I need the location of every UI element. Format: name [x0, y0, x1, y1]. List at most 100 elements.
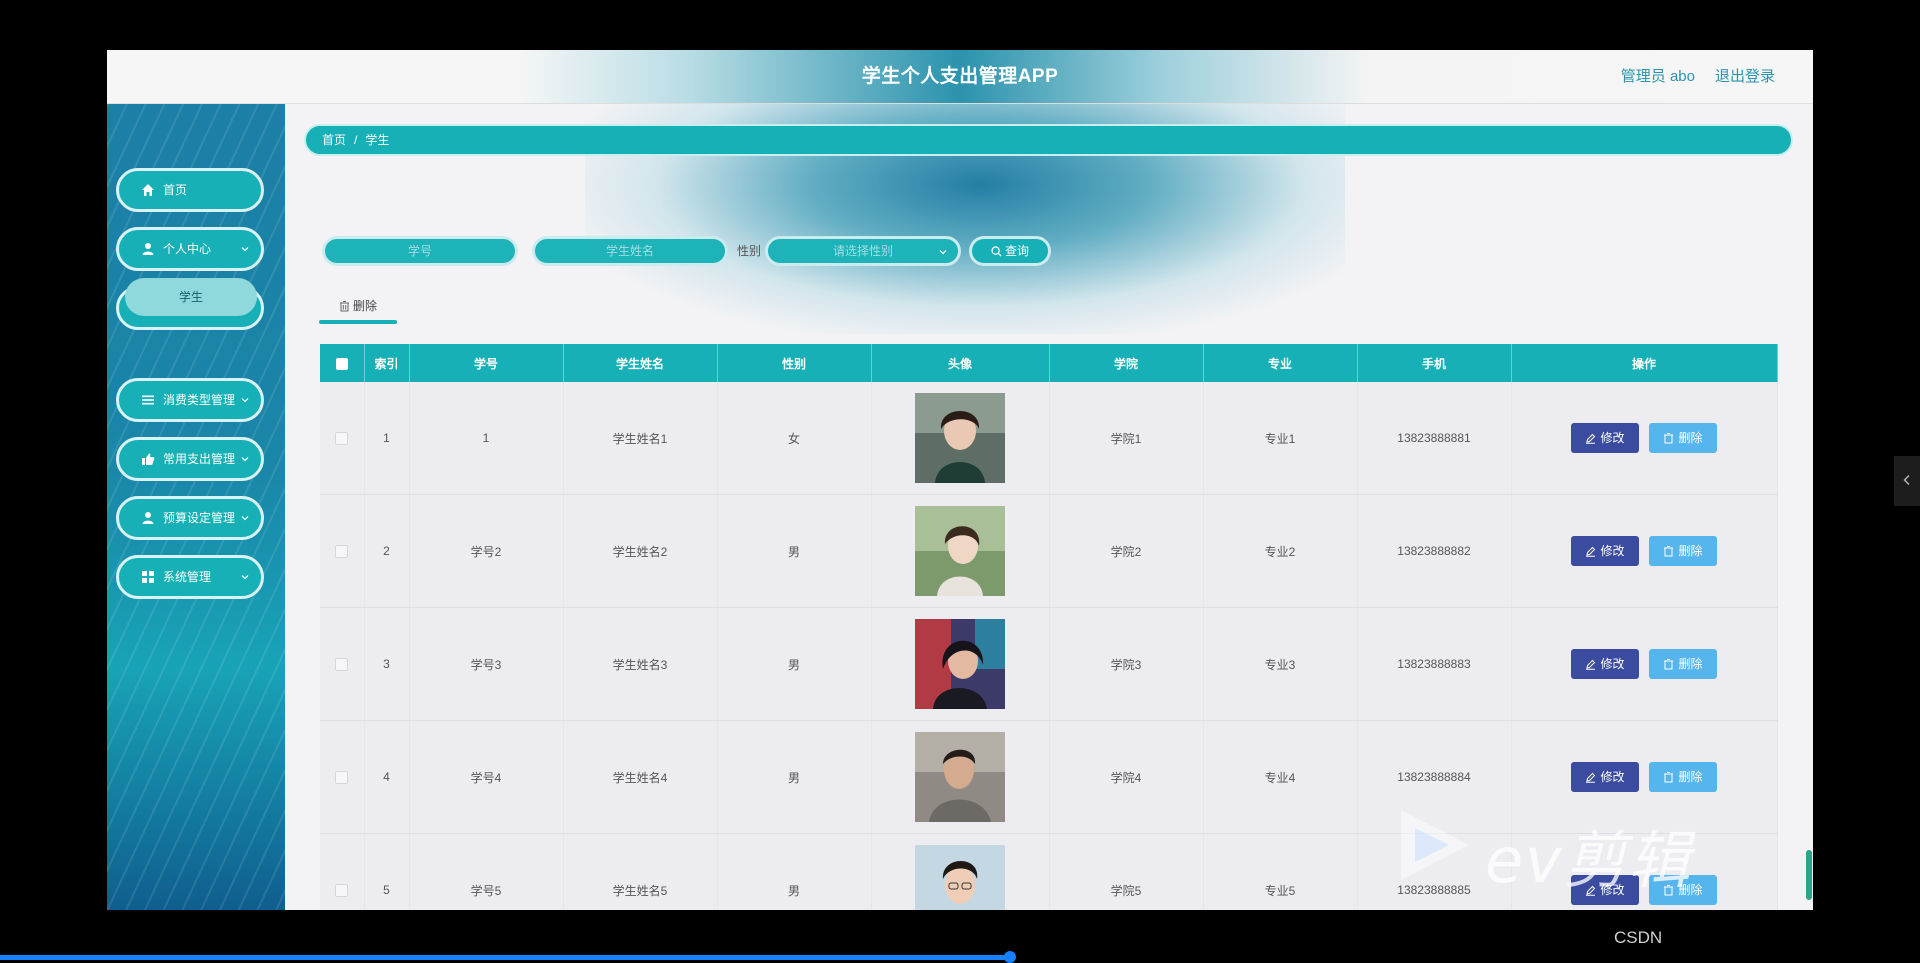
cell-student-name: 学生姓名2 — [563, 494, 718, 608]
column-header: 学生姓名 — [563, 344, 718, 382]
cell-college: 学院4 — [1049, 720, 1204, 834]
student-id-input[interactable] — [322, 236, 518, 266]
cell-college: 学院1 — [1049, 382, 1204, 495]
vertical-scrollbar[interactable] — [1806, 850, 1812, 900]
header: 学生个人支出管理APP 管理员 abo 退出登录 — [107, 50, 1813, 104]
row-checkbox[interactable] — [335, 884, 349, 898]
video-progress-bar[interactable] — [0, 955, 1010, 960]
edit-icon — [1586, 433, 1596, 444]
gender-select[interactable]: 请选择性别 — [765, 236, 961, 266]
delete-button[interactable]: 删除 — [1649, 536, 1717, 566]
cell-actions: 修改 删除 — [1511, 607, 1778, 721]
app-window: 学生个人支出管理APP 管理员 abo 退出登录 首页 个人中心 学生管理 学生… — [107, 50, 1813, 910]
cell-index: 3 — [364, 607, 410, 721]
cell-gender: 男 — [717, 607, 872, 721]
batch-delete-button[interactable]: 删除 — [319, 292, 397, 324]
sidebar-item-label: 系统管理 — [163, 570, 212, 584]
sidebar-item-label: 预算设定管理 — [163, 511, 236, 525]
trash-icon — [1664, 659, 1674, 670]
cell-avatar — [871, 720, 1050, 834]
row-checkbox[interactable] — [335, 545, 349, 559]
cell-major: 专业3 — [1203, 607, 1358, 721]
sidebar-subitem-student[interactable]: 学生 — [125, 278, 257, 316]
chevron-down-icon — [939, 250, 947, 255]
logout-link[interactable]: 退出登录 — [1715, 50, 1775, 104]
row-checkbox[interactable] — [335, 771, 349, 785]
delete-button[interactable]: 删除 — [1649, 762, 1717, 792]
edit-button[interactable]: 修改 — [1571, 649, 1639, 679]
chevron-down-icon — [241, 575, 249, 580]
edit-label: 修改 — [1600, 657, 1625, 671]
breadcrumb-home[interactable]: 首页 — [322, 133, 346, 147]
edit-icon — [1586, 772, 1596, 783]
sidebar-item-home[interactable]: 首页 — [116, 168, 264, 212]
query-button[interactable]: 查询 — [969, 236, 1051, 266]
student-name-input[interactable] — [532, 236, 728, 266]
column-header: 手机 — [1357, 344, 1512, 382]
sidebar-item-system[interactable]: 系统管理 — [116, 555, 264, 599]
app-title: 学生个人支出管理APP — [861, 66, 1059, 87]
chevron-down-icon — [241, 516, 249, 521]
cell-avatar — [871, 833, 1050, 910]
select-all-checkbox[interactable] — [335, 357, 348, 370]
sidebar-item-profile[interactable]: 个人中心 — [116, 227, 264, 271]
select-all-cell[interactable] — [320, 344, 365, 382]
delete-label: 删除 — [1678, 431, 1703, 445]
avatar — [915, 393, 1005, 483]
edit-button[interactable]: 修改 — [1571, 762, 1639, 792]
active-underline — [319, 320, 397, 324]
column-header: 性别 — [717, 344, 872, 382]
edit-label: 修改 — [1600, 770, 1625, 784]
delete-button[interactable]: 删除 — [1649, 423, 1717, 453]
delete-label: 删除 — [1678, 544, 1703, 558]
chevron-down-icon — [241, 247, 249, 252]
row-checkbox[interactable] — [335, 432, 349, 446]
row-checkbox-cell — [320, 833, 365, 910]
cell-student-name: 学生姓名3 — [563, 607, 718, 721]
cell-gender: 男 — [717, 720, 872, 834]
list-icon — [142, 395, 154, 405]
sidebar-item-common-expense[interactable]: 常用支出管理 — [116, 437, 264, 481]
cell-major: 专业1 — [1203, 382, 1358, 495]
trash-icon — [1664, 772, 1674, 783]
edit-button[interactable]: 修改 — [1571, 423, 1639, 453]
breadcrumb-separator: / — [354, 133, 358, 147]
table-header-row: 索引 学号 学生姓名 性别 头像 学院 专业 手机 操作 — [320, 344, 1778, 382]
delete-label: 删除 — [1678, 770, 1703, 784]
cell-index: 4 — [364, 720, 410, 834]
delete-button[interactable]: 删除 — [1649, 649, 1717, 679]
cell-avatar — [871, 494, 1050, 608]
search-icon — [991, 246, 1002, 257]
main-content: 首页 / 学生 性别 请选择性别 查询 删除 — [285, 104, 1813, 910]
play-logo-icon — [1401, 810, 1469, 880]
delete-label: 删除 — [1678, 657, 1703, 671]
edit-icon — [1586, 659, 1596, 670]
cell-college: 学院2 — [1049, 494, 1204, 608]
cell-student-id: 1 — [409, 382, 564, 495]
cell-major: 专业2 — [1203, 494, 1358, 608]
sidebar-item-consumption-type[interactable]: 消费类型管理 — [116, 378, 264, 422]
cell-index: 1 — [364, 382, 410, 495]
cell-index: 5 — [364, 833, 410, 910]
current-user: 管理员 abo — [1620, 68, 1695, 85]
gender-select-placeholder: 请选择性别 — [832, 244, 893, 258]
avatar — [915, 506, 1005, 596]
cell-student-id: 学号5 — [409, 833, 564, 910]
row-checkbox[interactable] — [335, 658, 349, 672]
avatar — [915, 845, 1005, 910]
row-checkbox-cell — [320, 607, 365, 721]
sidebar-item-budget-setting[interactable]: 预算设定管理 — [116, 496, 264, 540]
edit-button[interactable]: 修改 — [1571, 536, 1639, 566]
cell-actions: 修改 删除 — [1511, 494, 1778, 608]
video-progress-handle[interactable] — [1004, 951, 1016, 963]
cell-index: 2 — [364, 494, 410, 608]
side-collapse-tab[interactable] — [1894, 456, 1920, 506]
cell-phone: 13823888883 — [1357, 607, 1512, 721]
row-checkbox-cell — [320, 720, 365, 834]
batch-delete-label: 删除 — [352, 299, 377, 313]
avatar — [915, 619, 1005, 709]
cell-avatar — [871, 607, 1050, 721]
video-watermark: ev剪辑 — [1395, 806, 1725, 897]
column-header: 学院 — [1049, 344, 1204, 382]
table-row: 2 学号2 学生姓名2 男 学院2 专业2 13823888882 修改 删除 — [320, 494, 1778, 608]
